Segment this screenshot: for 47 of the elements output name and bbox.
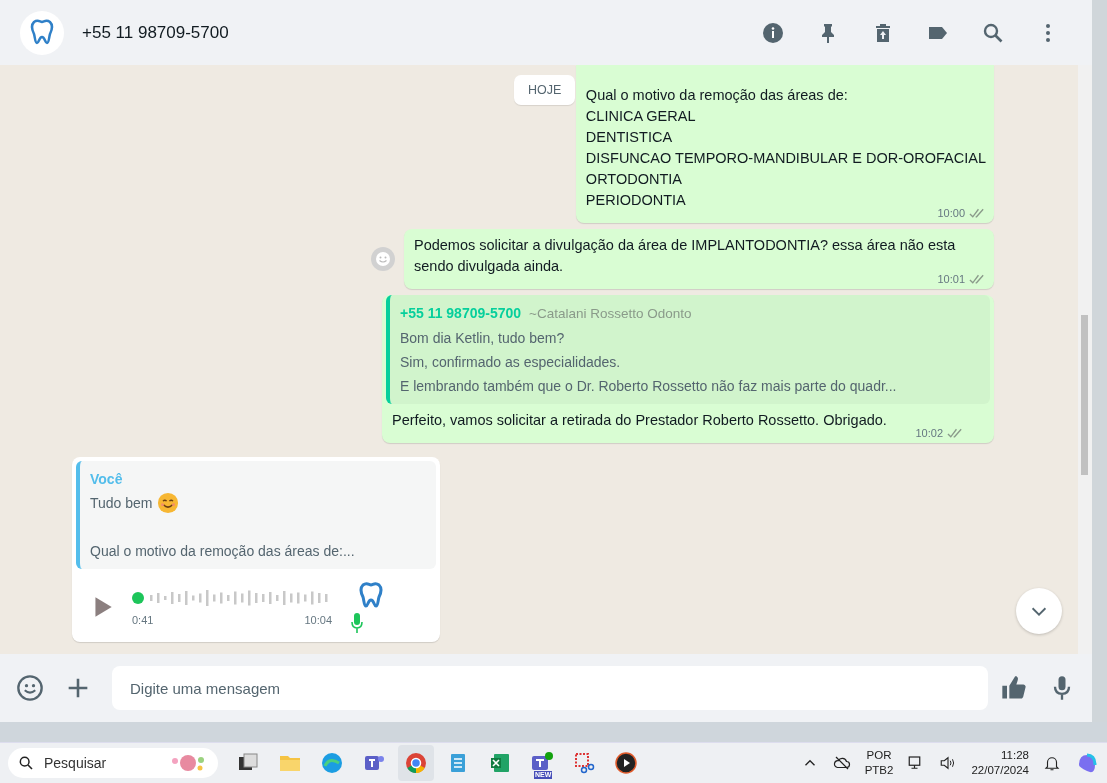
- quote-author: Você: [90, 470, 123, 489]
- chrome-browser-icon[interactable]: [398, 745, 434, 781]
- quote-text: E lembrando também que o Dr. Roberto Rossetto não faz mais parte do quadr...: [400, 377, 897, 396]
- taskbar-clock[interactable]: 11:28 22/07/2024: [971, 748, 1029, 778]
- scrollbar-thumb[interactable]: [1081, 315, 1088, 475]
- smiling-emoji-icon: [156, 492, 179, 514]
- quote-author-name: ~Catalani Rossetto Odonto: [529, 305, 692, 323]
- search-placeholder: Pesquisar: [44, 755, 107, 771]
- microphone-icon: [350, 612, 364, 634]
- double-check-icon: [969, 207, 986, 219]
- clock-date: 22/07/2024: [971, 763, 1029, 778]
- message-text: Qual o motivo da remoção das áreas de: CLINICA GERAL DENTISTICA DISFUNCAO TEMPORO-MANDIBULAR E DOR-OROFACIAL ORTODONTIA PERIODONTIA: [585, 86, 986, 209]
- message-input-field[interactable]: Digite uma mensagem: [112, 666, 988, 710]
- clock-time: 11:28: [1001, 748, 1029, 763]
- snipping-tool-icon[interactable]: [572, 751, 596, 775]
- double-check-icon: [947, 427, 964, 439]
- thumbs-up-icon[interactable]: [1000, 674, 1028, 702]
- message-time: 10:02: [915, 427, 943, 439]
- edge-browser-icon[interactable]: [320, 751, 344, 775]
- media-player-icon[interactable]: [614, 751, 638, 775]
- bell-icon[interactable]: [1043, 754, 1061, 772]
- excel-icon[interactable]: [488, 751, 512, 775]
- message-text: Podemos solicitar a divulgação da área de IMPLANTODONTIA? essa área não esta sendo divulgada ainda.: [414, 236, 957, 275]
- contact-avatar[interactable]: [20, 10, 64, 55]
- double-check-icon: [969, 273, 986, 285]
- input-language-indicator[interactable]: POR PTB2: [864, 748, 894, 778]
- quote-text: Sim, confirmado as especialidades.: [400, 353, 621, 372]
- taskbar-search-field[interactable]: Pesquisar: [8, 748, 218, 778]
- cloud-offline-icon[interactable]: [832, 754, 851, 772]
- quote-text: Bom dia Ketlin, tudo bem?: [400, 329, 565, 348]
- search-icon: [18, 755, 34, 771]
- quote-text: Qual o motivo da remoção das áreas de:...: [90, 542, 355, 561]
- keyboard-layout: PTB2: [864, 763, 894, 778]
- contact-name[interactable]: +55 11 98709-5700: [82, 22, 229, 43]
- quote-text: Tudo bem: [90, 494, 153, 513]
- audio-duration: 0:41: [132, 613, 154, 626]
- emoji-icon[interactable]: [16, 674, 44, 702]
- quoted-message[interactable]: Você Tudo bem Qual o motivo da remoção das áreas de:...: [76, 461, 436, 569]
- quote-author: +55 11 98709-5700: [400, 304, 522, 323]
- language-code: POR: [866, 748, 892, 763]
- date-chip: HOJE: [514, 75, 576, 105]
- message-time: 10:01: [937, 273, 965, 285]
- info-icon[interactable]: [761, 20, 785, 45]
- quoted-message[interactable]: +55 11 98709-5700 ~Catalani Rossetto Odonto Bom dia Ketlin, tudo bem? Sim, confirmado as especialidades. E lembrando também que o Dr. Roberto Rossetto não faz mais parte do quadr...: [386, 295, 990, 404]
- message-text: Perfeito, vamos solicitar a retirada do Prestador Roberto Rossetto. Obrigado.: [392, 411, 888, 430]
- message-time: 10:04: [304, 613, 332, 626]
- message-time: 10:00: [937, 207, 965, 219]
